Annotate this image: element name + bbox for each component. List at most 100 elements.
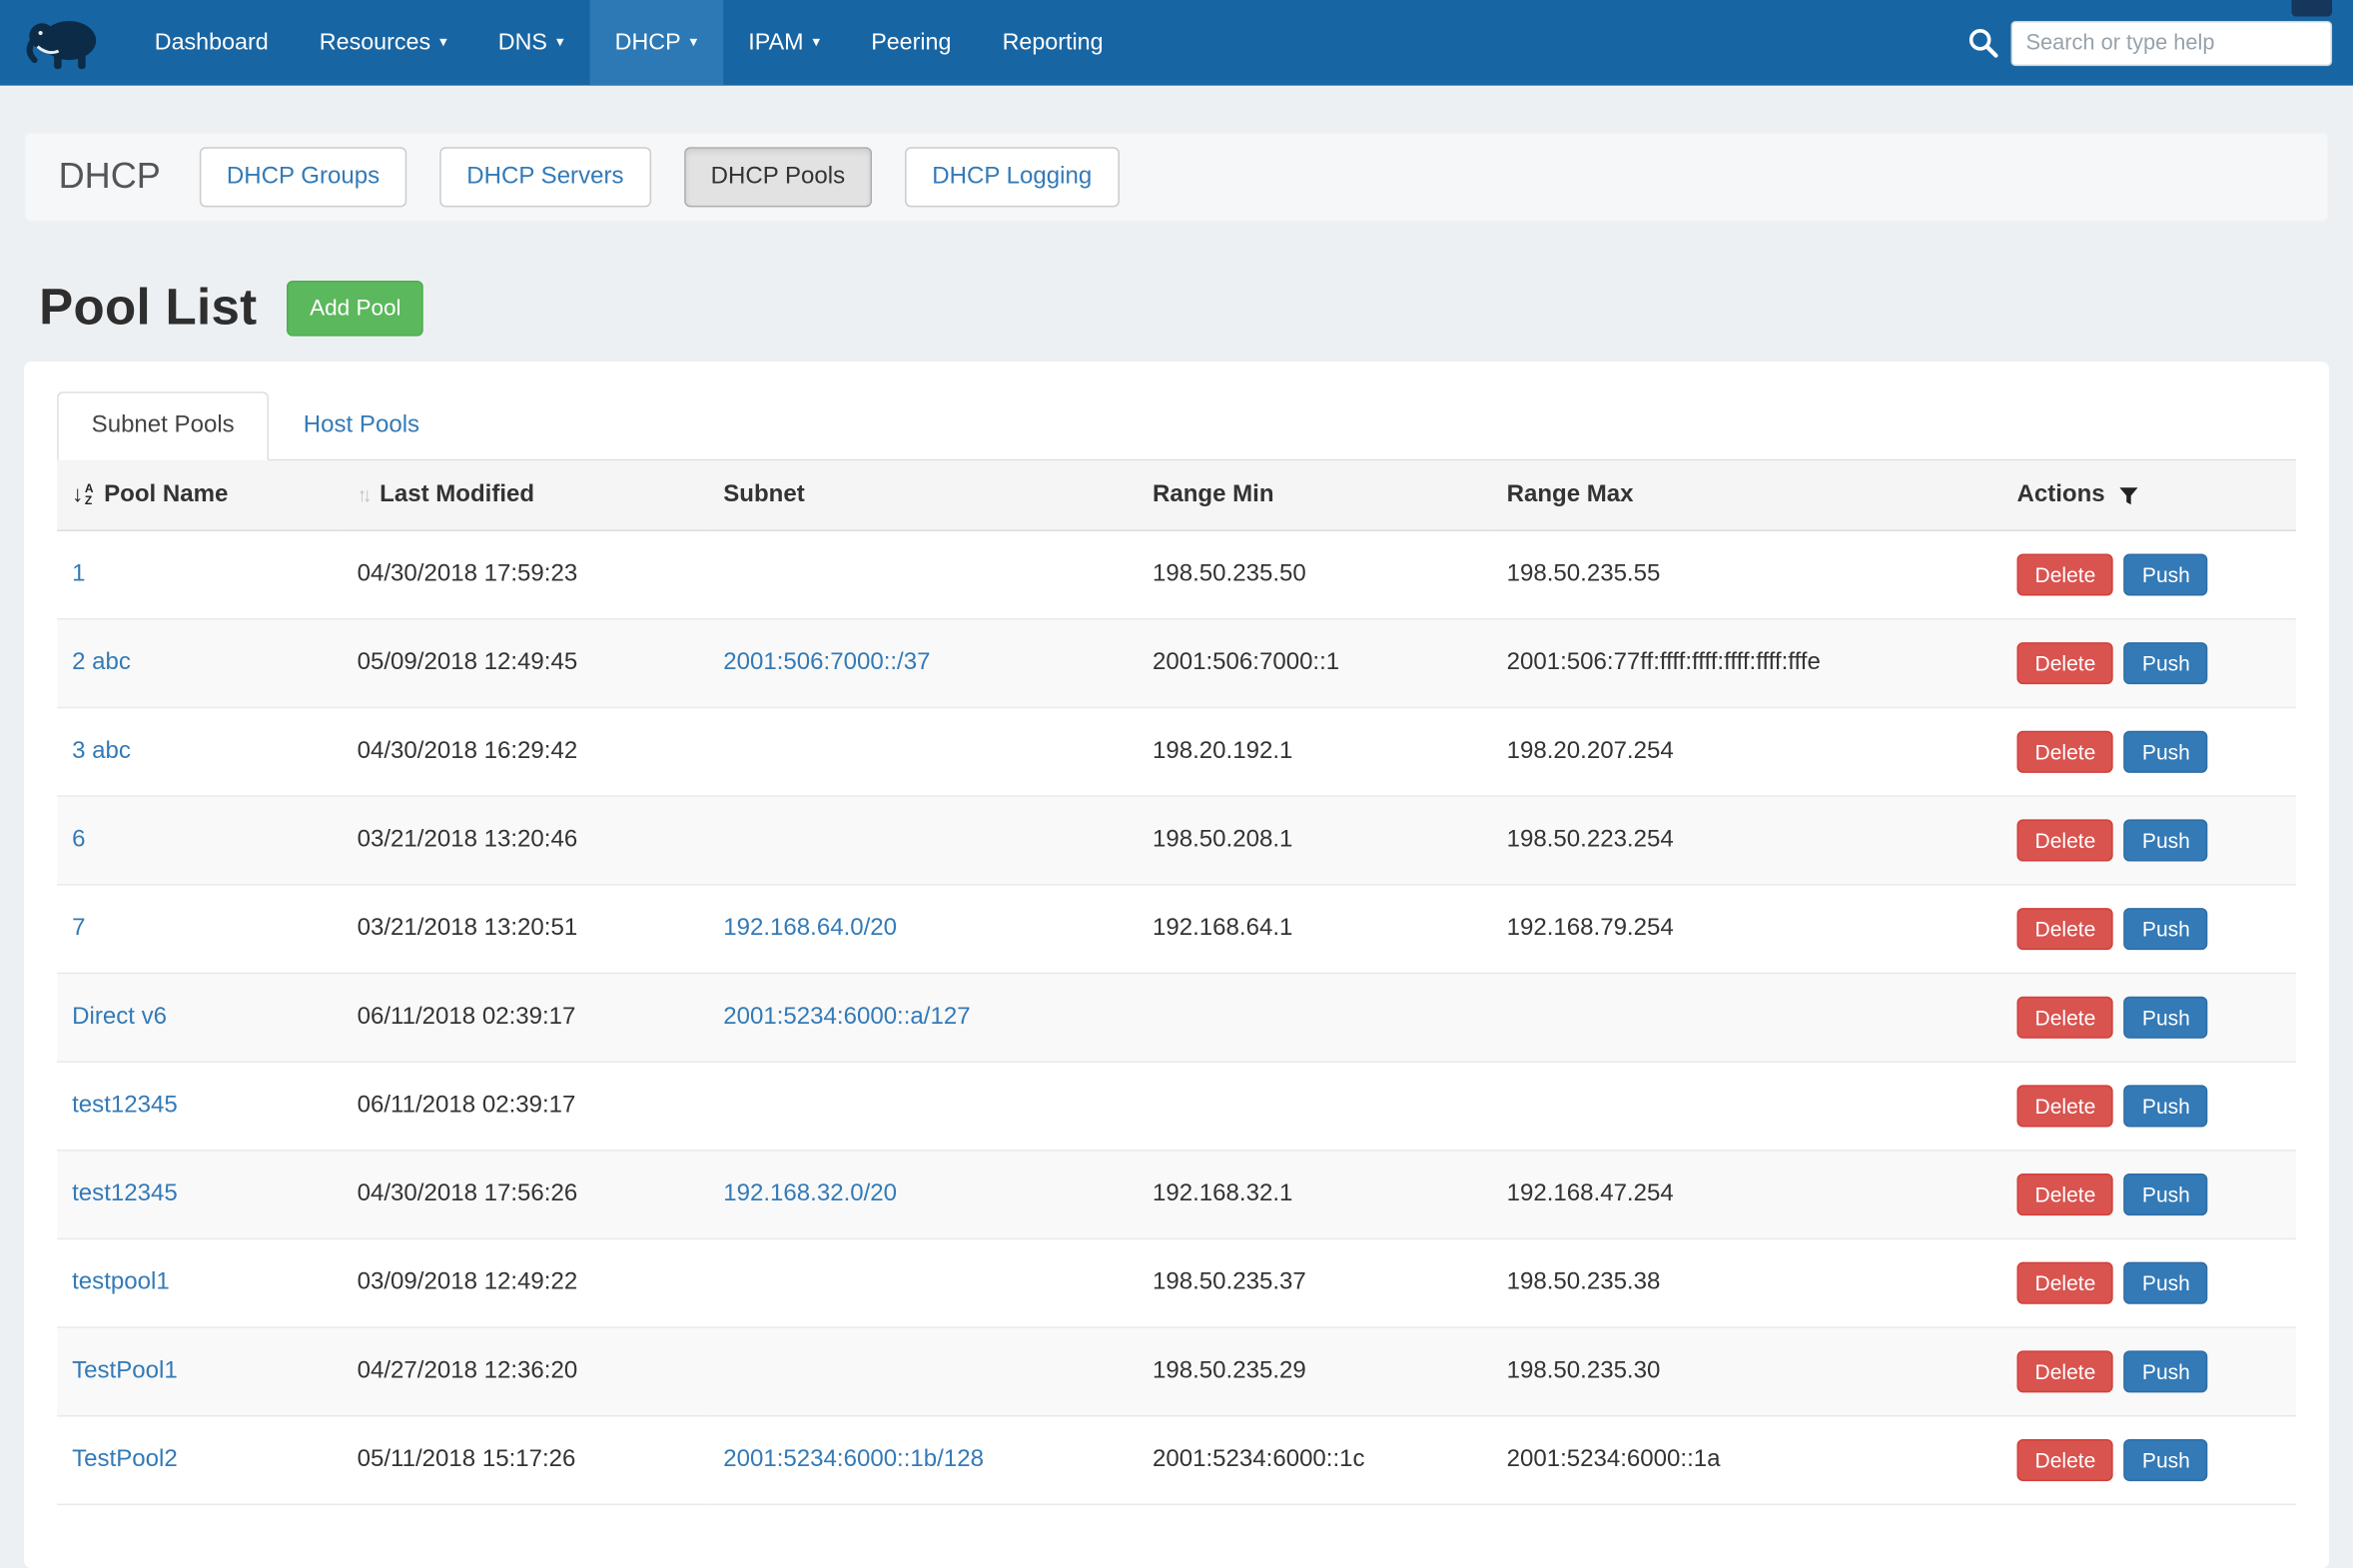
table-row: 2 abc 05/09/2018 12:49:45 2001:506:7000::/… (57, 619, 2296, 708)
actions-cell: Delete Push (2001, 885, 2296, 974)
last-modified-cell: 05/09/2018 12:49:45 (343, 619, 709, 708)
subnet-cell: 2001:5234:6000::1b/128 (708, 1416, 1138, 1505)
push-button[interactable]: Push (2124, 1174, 2208, 1215)
delete-button[interactable]: Delete (2016, 1085, 2113, 1127)
subnav-button-dhcp-logging[interactable]: DHCP Logging (905, 147, 1119, 207)
column-header-pool-name[interactable]: ↓AZPool Name (57, 460, 342, 530)
subnav-button-dhcp-servers[interactable]: DHCP Servers (439, 147, 650, 207)
nav-item-resources[interactable]: Resources▾ (294, 0, 472, 86)
column-header-actions[interactable]: Actions (2001, 460, 2296, 530)
pool-name-link[interactable]: testpool1 (72, 1269, 170, 1295)
table-row: 3 abc04/30/2018 16:29:42198.20.192.1198.… (57, 707, 2296, 796)
pool-name-cell: TestPool2 (57, 1416, 342, 1505)
range-min-cell: 198.50.235.50 (1138, 530, 1492, 619)
table-row: 703/21/2018 13:20:51192.168.64.0/20192.1… (57, 885, 2296, 974)
table-row: TestPool205/11/2018 15:17:262001:5234:60… (57, 1416, 2296, 1505)
delete-button[interactable]: Delete (2016, 1174, 2113, 1215)
nav-item-label: DNS (498, 29, 547, 56)
subnav-button-dhcp-groups[interactable]: DHCP Groups (200, 147, 406, 207)
actions-cell: Delete Push (2001, 530, 2296, 619)
delete-button[interactable]: Delete (2016, 1350, 2113, 1392)
range-min-cell: 198.20.192.1 (1138, 707, 1492, 796)
push-button[interactable]: Push (2124, 819, 2208, 861)
delete-button[interactable]: Delete (2016, 1439, 2113, 1481)
last-modified-cell: 04/30/2018 16:29:42 (343, 707, 709, 796)
actions-cell: Delete Push (2001, 796, 2296, 885)
table-row: 603/21/2018 13:20:46198.50.208.1198.50.2… (57, 796, 2296, 885)
delete-button[interactable]: Delete (2016, 908, 2113, 950)
sort-az-icon: ↓AZ (72, 482, 93, 508)
table-row: testpool103/09/2018 12:49:22198.50.235.3… (57, 1238, 2296, 1327)
pool-name-link[interactable]: test12345 (72, 1181, 178, 1207)
delete-button[interactable]: Delete (2016, 997, 2113, 1039)
subnav-button-dhcp-pools[interactable]: DHCP Pools (684, 147, 873, 207)
push-button[interactable]: Push (2124, 553, 2208, 595)
nav-item-dashboard[interactable]: Dashboard (129, 0, 294, 86)
table-row: 104/30/2018 17:59:23198.50.235.50198.50.… (57, 530, 2296, 619)
delete-button[interactable]: Delete (2016, 642, 2113, 684)
pool-name-cell: 2 abc (57, 619, 342, 708)
tab-host-pools[interactable]: Host Pools (269, 392, 453, 460)
pool-name-link[interactable]: Direct v6 (72, 1004, 167, 1030)
delete-button[interactable]: Delete (2016, 819, 2113, 861)
logo[interactable] (24, 0, 102, 86)
push-button[interactable]: Push (2124, 1262, 2208, 1304)
pool-name-cell: TestPool1 (57, 1327, 342, 1416)
delete-button[interactable]: Delete (2016, 553, 2113, 595)
push-button[interactable]: Push (2124, 1085, 2208, 1127)
range-min-cell: 2001:506:7000::1 (1138, 619, 1492, 708)
pool-name-link[interactable]: 6 (72, 827, 85, 853)
subnet-link[interactable]: 2001:5234:6000::1b/128 (723, 1447, 984, 1473)
nav-item-reporting[interactable]: Reporting (977, 0, 1129, 86)
range-min-cell: 192.168.64.1 (1138, 885, 1492, 974)
subnet-link[interactable]: 2001:506:7000::/37 (723, 650, 930, 676)
pool-name-link[interactable]: 1 (72, 561, 85, 587)
add-pool-button[interactable]: Add Pool (288, 281, 424, 337)
pool-name-link[interactable]: 7 (72, 916, 85, 942)
delete-button[interactable]: Delete (2016, 731, 2113, 773)
caret-down-icon: ▾ (690, 35, 698, 52)
nav-item-dns[interactable]: DNS ▾ (472, 0, 589, 86)
pool-name-link[interactable]: 2 abc (72, 650, 131, 676)
nav-item-dhcp[interactable]: DHCP▾ (589, 0, 723, 86)
range-min-cell (1138, 1062, 1492, 1151)
search-icon[interactable] (1965, 26, 2000, 61)
page-head: Pool List Add Pool (24, 279, 2329, 338)
push-button[interactable]: Push (2124, 1350, 2208, 1392)
actions-cell: Delete Push (2001, 973, 2296, 1062)
push-button[interactable]: Push (2124, 1439, 2208, 1481)
pool-tabs: Subnet PoolsHost Pools (57, 392, 2296, 460)
subnet-link[interactable]: 2001:5234:6000::a/127 (723, 1004, 970, 1030)
push-button[interactable]: Push (2124, 731, 2208, 773)
nav-item-ipam[interactable]: IPAM▾ (723, 0, 846, 86)
pool-name-cell: test12345 (57, 1062, 342, 1151)
actions-cell: Delete Push (2001, 1062, 2296, 1151)
push-button[interactable]: Push (2124, 997, 2208, 1039)
subnet-cell: 192.168.32.0/20 (708, 1151, 1138, 1239)
subnet-link[interactable]: 192.168.64.0/20 (723, 916, 897, 942)
pool-name-link[interactable]: TestPool2 (72, 1447, 178, 1473)
range-min-cell: 198.50.235.29 (1138, 1327, 1492, 1416)
search-input[interactable] (2010, 20, 2332, 65)
pool-name-link[interactable]: TestPool1 (72, 1358, 178, 1384)
subnet-link[interactable]: 192.168.32.0/20 (723, 1181, 897, 1207)
dhcp-subnav: DHCP DHCP GroupsDHCP ServersDHCP PoolsDH… (24, 132, 2329, 222)
caret-down-icon: ▾ (556, 35, 564, 52)
tab-subnet-pools[interactable]: Subnet Pools (57, 392, 269, 460)
range-min-cell (1138, 973, 1492, 1062)
nav-item-peering[interactable]: Peering (846, 0, 977, 86)
pool-name-cell: testpool1 (57, 1238, 342, 1327)
push-button[interactable]: Push (2124, 642, 2208, 684)
pool-name-cell: 6 (57, 796, 342, 885)
pool-name-link[interactable]: test12345 (72, 1093, 178, 1119)
range-min-cell: 2001:5234:6000::1c (1138, 1416, 1492, 1505)
column-header-last-modified[interactable]: ↑↓Last Modified (343, 460, 709, 530)
range-max-cell: 198.50.235.38 (1492, 1238, 2002, 1327)
subnet-cell: 192.168.64.0/20 (708, 885, 1138, 974)
nav-item-label: IPAM (748, 29, 803, 56)
delete-button[interactable]: Delete (2016, 1262, 2113, 1304)
push-button[interactable]: Push (2124, 908, 2208, 950)
pool-name-link[interactable]: 3 abc (72, 738, 131, 764)
subnet-cell: 2001:506:7000::/37 (708, 619, 1138, 708)
pool-table: ↓AZPool Name↑↓Last ModifiedSubnetRange M… (57, 460, 2296, 1505)
